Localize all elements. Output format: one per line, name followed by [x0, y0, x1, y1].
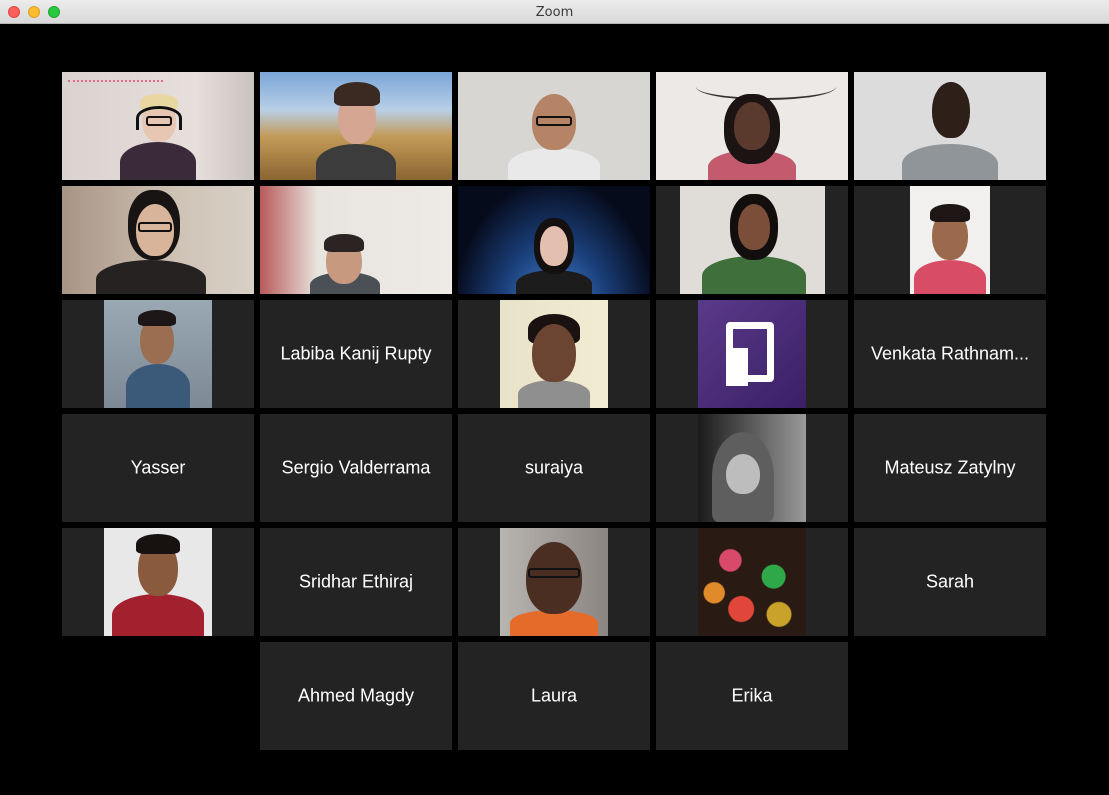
participant-tile[interactable]: [656, 72, 848, 180]
participant-tile[interactable]: [260, 186, 452, 294]
participant-name: Labiba Kanij Rupty: [280, 343, 432, 364]
participant-tile[interactable]: [458, 72, 650, 180]
participant-tile[interactable]: [260, 72, 452, 180]
participant-tile[interactable]: Yasser: [62, 414, 254, 522]
gallery-view: Labiba Kanij Rupty Venkata Rathnam... Ya…: [0, 24, 1109, 795]
participant-name: Erika: [731, 685, 773, 706]
participant-video: [62, 186, 254, 294]
participant-tile[interactable]: [62, 528, 254, 636]
participant-name: Venkata Rathnam...: [870, 343, 1030, 364]
profile-photo: [104, 528, 212, 636]
participant-tile[interactable]: Mateusz Zatylny: [854, 414, 1046, 522]
window-titlebar: Zoom: [0, 0, 1109, 24]
participant-tile[interactable]: Venkata Rathnam...: [854, 300, 1046, 408]
participant-video: [680, 186, 825, 294]
participant-tile[interactable]: [656, 300, 848, 408]
participant-tile[interactable]: [62, 72, 254, 180]
participant-tile[interactable]: Labiba Kanij Rupty: [260, 300, 452, 408]
participant-tile[interactable]: [656, 528, 848, 636]
participant-tile[interactable]: [656, 414, 848, 522]
headset-icon: [136, 106, 182, 130]
participant-name: Sergio Valderrama: [281, 457, 431, 478]
participant-tile[interactable]: [656, 186, 848, 294]
participant-tile[interactable]: [62, 186, 254, 294]
participant-tile[interactable]: Ahmed Magdy: [260, 642, 452, 750]
participant-video: [260, 72, 452, 180]
participant-tile[interactable]: Sarah: [854, 528, 1046, 636]
participant-video: [854, 72, 1046, 180]
participant-video: [458, 186, 650, 294]
participant-video: [910, 186, 990, 294]
bunting-decoration: [68, 80, 163, 96]
participant-name: Sridhar Ethiraj: [298, 571, 414, 592]
participant-name: suraiya: [524, 457, 584, 478]
profile-photo: [698, 414, 806, 522]
participant-video: [260, 186, 452, 294]
profile-photo: [104, 300, 212, 408]
window-title: Zoom: [535, 5, 574, 20]
profile-photo: [500, 528, 608, 636]
participant-name: Ahmed Magdy: [297, 685, 415, 706]
participant-tile[interactable]: Sridhar Ethiraj: [260, 528, 452, 636]
profile-photo: [500, 300, 608, 408]
profile-photo: [698, 528, 806, 636]
participant-video: [458, 72, 650, 180]
participant-tile[interactable]: Erika: [656, 642, 848, 750]
wall-art-decoration: [696, 74, 836, 100]
participant-tile[interactable]: [854, 186, 1046, 294]
participant-tile[interactable]: [854, 72, 1046, 180]
participant-name: Sarah: [925, 571, 975, 592]
profile-logo: [698, 300, 806, 408]
participant-tile[interactable]: suraiya: [458, 414, 650, 522]
participant-video: [62, 72, 254, 180]
participant-tile[interactable]: [458, 300, 650, 408]
participant-tile[interactable]: Sergio Valderrama: [260, 414, 452, 522]
participant-name: Mateusz Zatylny: [884, 457, 1016, 478]
participant-name: Yasser: [130, 457, 186, 478]
participant-tile[interactable]: Laura: [458, 642, 650, 750]
participant-video: [656, 72, 848, 180]
participant-tile[interactable]: [458, 528, 650, 636]
participant-tile[interactable]: [458, 186, 650, 294]
participant-tile[interactable]: [62, 300, 254, 408]
participant-name: Laura: [530, 685, 578, 706]
